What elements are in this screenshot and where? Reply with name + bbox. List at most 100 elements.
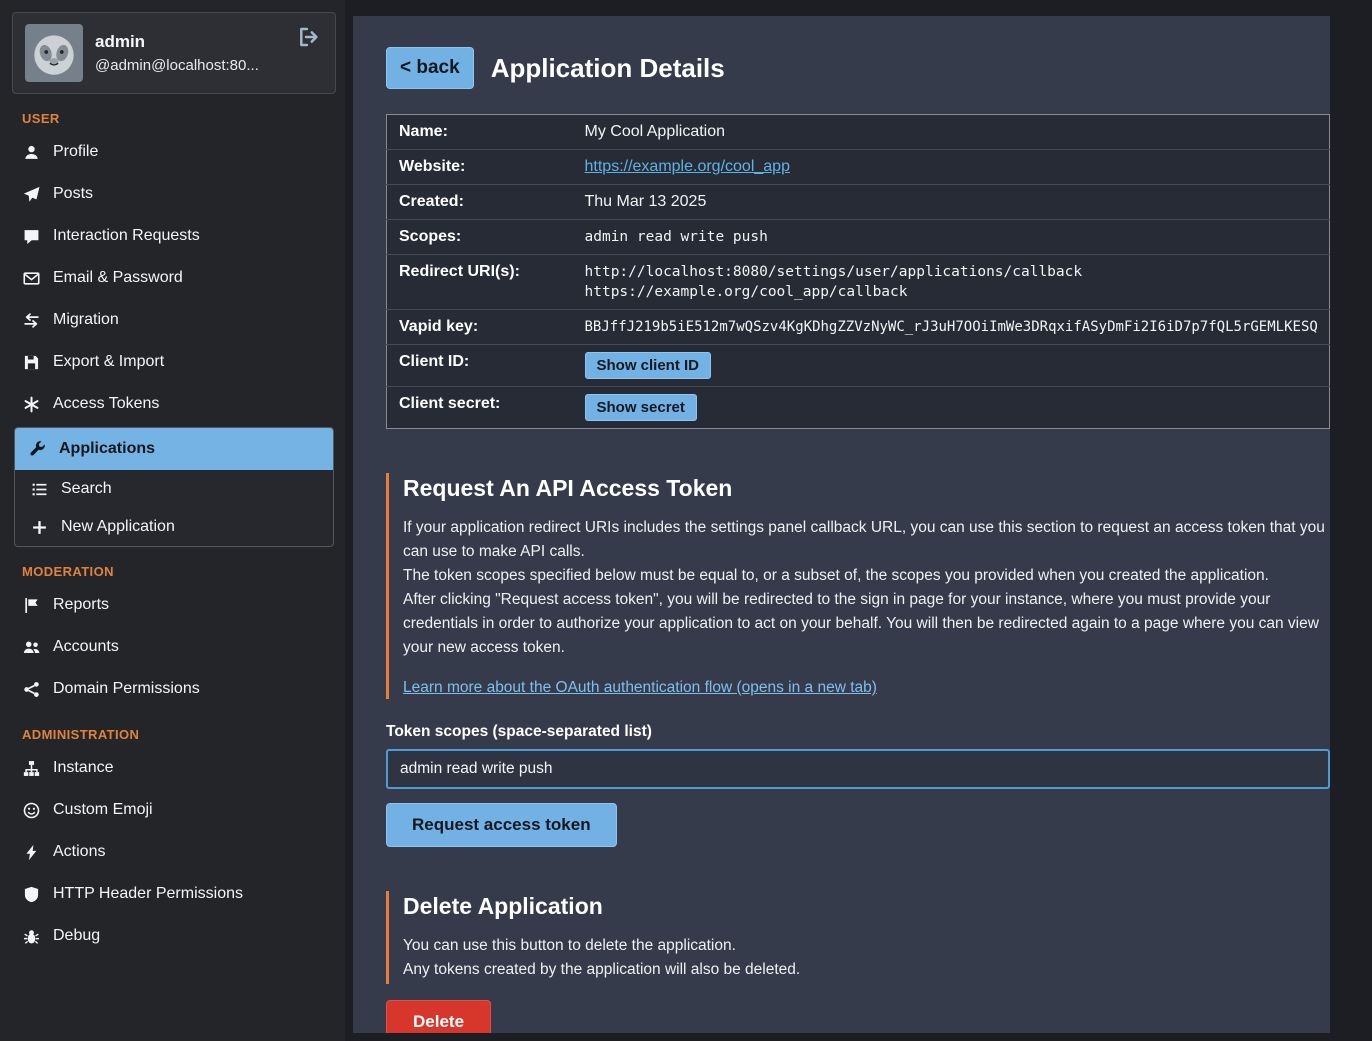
sidebar-item-applications[interactable]: Applications <box>15 428 333 470</box>
row-label: Client ID: <box>387 345 575 387</box>
show-client-id-button[interactable]: Show client ID <box>585 352 712 379</box>
sitemap-icon <box>22 760 40 777</box>
website-link[interactable]: https://example.org/cool_app <box>585 158 790 175</box>
sidebar-item-access-tokens[interactable]: Access Tokens <box>0 383 345 425</box>
envelope-icon <box>22 270 40 287</box>
sidebar-item-migration[interactable]: Migration <box>0 299 345 341</box>
sidebar-item-accounts[interactable]: Accounts <box>0 626 345 668</box>
sidebar: admin @admin@localhost:80... USER Profil… <box>0 0 345 1041</box>
flag-icon <box>22 597 40 614</box>
delete-paragraph: You can use this button to delete the ap… <box>403 934 1330 958</box>
delete-paragraph: Any tokens created by the application wi… <box>403 958 1330 982</box>
smile-icon <box>22 802 40 819</box>
comment-icon <box>22 228 40 245</box>
sidebar-item-email-password[interactable]: Email & Password <box>0 257 345 299</box>
sidebar-item-label: Email & Password <box>53 269 183 287</box>
paper-plane-icon <box>22 186 40 203</box>
sidebar-item-profile[interactable]: Profile <box>0 131 345 173</box>
sign-out-icon <box>297 26 321 48</box>
sidebar-item-search[interactable]: Search <box>15 470 333 508</box>
sidebar-item-label: Export & Import <box>53 353 164 371</box>
request-token-heading: Request An API Access Token <box>403 475 1330 502</box>
sidebar-item-label: HTTP Header Permissions <box>53 885 243 903</box>
table-row-name: Name: My Cool Application <box>387 115 1330 150</box>
row-label: Vapid key: <box>387 310 575 345</box>
oauth-docs-link[interactable]: Learn more about the OAuth authenticatio… <box>403 679 877 697</box>
row-label: Redirect URI(s): <box>387 255 575 310</box>
share-nodes-icon <box>22 681 40 698</box>
back-button[interactable]: < back <box>386 47 474 89</box>
bolt-icon <box>22 844 40 861</box>
page-header: < back Application Details <box>386 47 1330 89</box>
row-value: My Cool Application <box>575 115 1330 150</box>
wrench-icon <box>28 441 46 458</box>
sidebar-item-label: Domain Permissions <box>53 680 200 698</box>
row-value: Show secret <box>575 387 1330 429</box>
show-secret-button[interactable]: Show secret <box>585 394 697 421</box>
applications-subnav: Search New Application <box>15 470 333 546</box>
sidebar-item-label: Custom Emoji <box>53 801 153 819</box>
sidebar-item-label: Posts <box>53 185 93 203</box>
token-scopes-label: Token scopes (space-separated list) <box>386 723 1330 741</box>
shield-icon <box>22 886 40 903</box>
sidebar-item-label: New Application <box>61 518 175 536</box>
sidebar-item-debug[interactable]: Debug <box>0 915 345 957</box>
sidebar-item-label: Debug <box>53 927 100 945</box>
sidebar-item-export-import[interactable]: Export & Import <box>0 341 345 383</box>
sidebar-item-label: Instance <box>53 759 113 777</box>
row-value: Show client ID <box>575 345 1330 387</box>
sidebar-item-reports[interactable]: Reports <box>0 584 345 626</box>
sidebar-item-label: Profile <box>53 143 98 161</box>
list-icon <box>30 481 48 498</box>
sidebar-item-posts[interactable]: Posts <box>0 173 345 215</box>
delete-application-section: Delete Application You can use this butt… <box>386 891 1330 984</box>
sidebar-item-http-header-permissions[interactable]: HTTP Header Permissions <box>0 873 345 915</box>
delete-application-heading: Delete Application <box>403 893 1330 920</box>
user-icon <box>22 144 40 161</box>
request-access-token-button[interactable]: Request access token <box>386 803 617 847</box>
section-header-moderation: MODERATION <box>22 564 345 579</box>
table-row-scopes: Scopes: admin read write push <box>387 220 1330 255</box>
sidebar-item-label: Accounts <box>53 638 119 656</box>
row-label: Name: <box>387 115 575 150</box>
row-label: Website: <box>387 150 575 185</box>
sidebar-item-label: Search <box>61 480 112 498</box>
row-value: admin read write push <box>575 220 1330 255</box>
sidebar-item-new-application[interactable]: New Application <box>15 508 333 546</box>
sidebar-item-label: Reports <box>53 596 109 614</box>
row-value: https://example.org/cool_app <box>575 150 1330 185</box>
table-row-redirect-uris: Redirect URI(s): http://localhost:8080/s… <box>387 255 1330 310</box>
table-row-client-id: Client ID: Show client ID <box>387 345 1330 387</box>
sidebar-item-label: Access Tokens <box>53 395 159 413</box>
user-card: admin @admin@localhost:80... <box>12 12 336 94</box>
sidebar-group-applications: Applications Search New Application <box>14 427 334 547</box>
table-row-client-secret: Client secret: Show secret <box>387 387 1330 429</box>
user-handle: @admin@localhost:80... <box>95 57 283 74</box>
page-title: Application Details <box>491 53 725 84</box>
token-scopes-input[interactable] <box>386 749 1330 789</box>
sidebar-item-domain-permissions[interactable]: Domain Permissions <box>0 668 345 710</box>
row-value: BBJffJ219b5iE512m7wQSzv4KgKDhgZZVzNyWC_r… <box>575 310 1330 345</box>
user-meta: admin @admin@localhost:80... <box>95 32 283 74</box>
sidebar-item-instance[interactable]: Instance <box>0 747 345 789</box>
row-label: Scopes: <box>387 220 575 255</box>
row-value: Thu Mar 13 2025 <box>575 185 1330 220</box>
sidebar-item-interaction-requests[interactable]: Interaction Requests <box>0 215 345 257</box>
section-header-administration: ADMINISTRATION <box>22 727 345 742</box>
logout-button[interactable] <box>295 24 323 50</box>
bug-icon <box>22 928 40 945</box>
main-panel: < back Application Details Name: My Cool… <box>353 16 1330 1033</box>
avatar-image <box>25 24 83 82</box>
application-details-table: Name: My Cool Application Website: https… <box>386 114 1330 429</box>
sidebar-item-custom-emoji[interactable]: Custom Emoji <box>0 789 345 831</box>
table-row-created: Created: Thu Mar 13 2025 <box>387 185 1330 220</box>
sidebar-nav: USER Profile Posts Interaction Requests … <box>0 111 345 957</box>
row-value: http://localhost:8080/settings/user/appl… <box>575 255 1330 310</box>
request-token-paragraph: If your application redirect URIs includ… <box>403 516 1330 564</box>
asterisk-icon <box>22 396 40 413</box>
sidebar-item-actions[interactable]: Actions <box>0 831 345 873</box>
request-token-paragraph: The token scopes specified below must be… <box>403 564 1330 588</box>
exchange-icon <box>22 312 40 329</box>
delete-button[interactable]: Delete <box>386 1000 491 1033</box>
avatar[interactable] <box>25 24 83 82</box>
